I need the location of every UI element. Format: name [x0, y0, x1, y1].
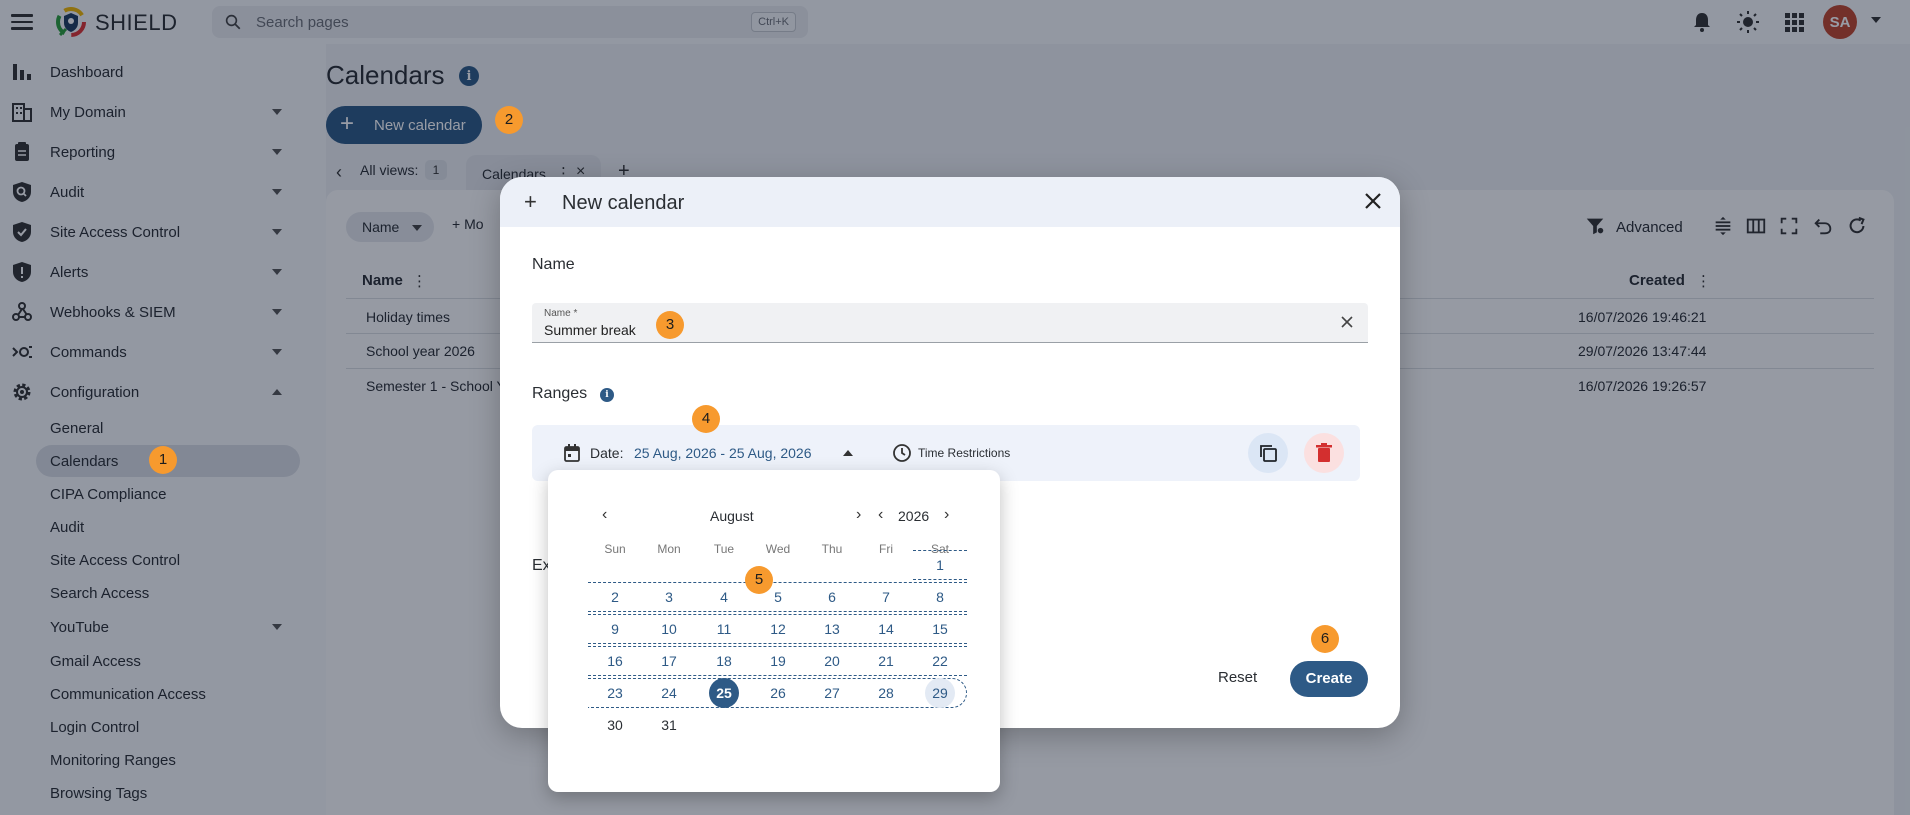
weekday-header: Thu	[821, 542, 843, 556]
ranges-section-label: Ranges	[532, 385, 588, 402]
calendar-day[interactable]: 25	[709, 678, 739, 708]
calendar-day[interactable]: 12	[763, 614, 793, 644]
calendar-day[interactable]: 9	[600, 614, 630, 644]
calendar-day[interactable]: 27	[817, 678, 847, 708]
step-marker: 5	[745, 566, 773, 594]
next-month-icon[interactable]: ›	[856, 506, 861, 524]
weekday-header: Sun	[604, 542, 626, 556]
step-marker: 6	[1311, 625, 1339, 653]
chevron-up-icon[interactable]	[843, 450, 853, 456]
step-marker: 2	[495, 106, 523, 134]
calendar-day[interactable]: 26	[763, 678, 793, 708]
clear-icon[interactable]	[1340, 315, 1354, 329]
calendar-day[interactable]: 24	[654, 678, 684, 708]
step-marker: 3	[656, 311, 684, 339]
picker-month[interactable]: August	[710, 508, 754, 524]
next-year-icon[interactable]: ›	[944, 506, 949, 524]
calendar-day[interactable]: 1	[925, 550, 955, 580]
close-icon[interactable]	[1361, 189, 1385, 213]
date-label: Date:	[590, 445, 624, 461]
trash-icon	[1316, 443, 1332, 462]
calendar-day[interactable]: 2	[600, 582, 630, 612]
calendar-day[interactable]: 6	[817, 582, 847, 612]
calendar-day[interactable]: 30	[600, 710, 630, 740]
name-field-label: Name *	[544, 308, 578, 319]
calendar-day[interactable]: 17	[654, 646, 684, 676]
date-picker-popover: ‹ August › ‹ 2026 › Sun Mon Tue Wed Thu Fri Sa…	[548, 470, 1000, 792]
ranges-info-icon[interactable]: i	[600, 388, 614, 402]
calendar-day[interactable]: 23	[600, 678, 630, 708]
calendar-day[interactable]: 4	[709, 582, 739, 612]
name-field-value[interactable]: Summer break	[544, 322, 636, 338]
date-range-value[interactable]: 25 Aug, 2026 - 25 Aug, 2026	[634, 445, 812, 461]
calendar-day[interactable]: 22	[925, 646, 955, 676]
calendar-day[interactable]: 28	[871, 678, 901, 708]
calendar-day[interactable]: 20	[817, 646, 847, 676]
duplicate-range-button[interactable]	[1248, 433, 1288, 473]
dialog-title: New calendar	[562, 192, 685, 214]
weekday-header: Wed	[765, 542, 791, 556]
step-marker: 4	[692, 405, 720, 433]
calendar-day[interactable]: 14	[871, 614, 901, 644]
calendar-day[interactable]: 19	[763, 646, 793, 676]
prev-month-icon[interactable]: ‹	[602, 506, 607, 524]
calendar-day[interactable]: 13	[817, 614, 847, 644]
calendar-day[interactable]: 18	[709, 646, 739, 676]
weekday-header: Fri	[879, 542, 893, 556]
dialog-header: + New calendar	[500, 177, 1400, 227]
weekday-header: Mon	[657, 542, 681, 556]
create-button[interactable]: Create	[1290, 661, 1368, 697]
reset-button[interactable]: Reset	[1218, 669, 1257, 686]
calendar-day[interactable]: 7	[871, 582, 901, 612]
calendar-day[interactable]: 10	[654, 614, 684, 644]
calendar-day[interactable]: 31	[654, 710, 684, 740]
plus-icon: +	[524, 189, 537, 214]
calendar-day[interactable]: 8	[925, 582, 955, 612]
calendar-day[interactable]: 15	[925, 614, 955, 644]
calendar-icon	[564, 444, 580, 462]
delete-range-button[interactable]	[1304, 433, 1344, 473]
picker-year[interactable]: 2026	[898, 508, 929, 524]
clock-icon	[893, 444, 911, 462]
step-marker: 1	[149, 446, 177, 474]
calendar-day[interactable]: 3	[654, 582, 684, 612]
calendar-day[interactable]: 11	[709, 614, 739, 644]
copy-icon	[1260, 445, 1277, 462]
calendar-day[interactable]: 29	[925, 678, 955, 708]
calendar-day[interactable]: 16	[600, 646, 630, 676]
calendar-day[interactable]: 21	[871, 646, 901, 676]
name-section-label: Name	[532, 256, 575, 273]
prev-year-icon[interactable]: ‹	[878, 506, 883, 524]
weekday-header: Tue	[713, 542, 735, 556]
time-restrictions-button[interactable]: Time Restrictions	[918, 446, 1010, 460]
